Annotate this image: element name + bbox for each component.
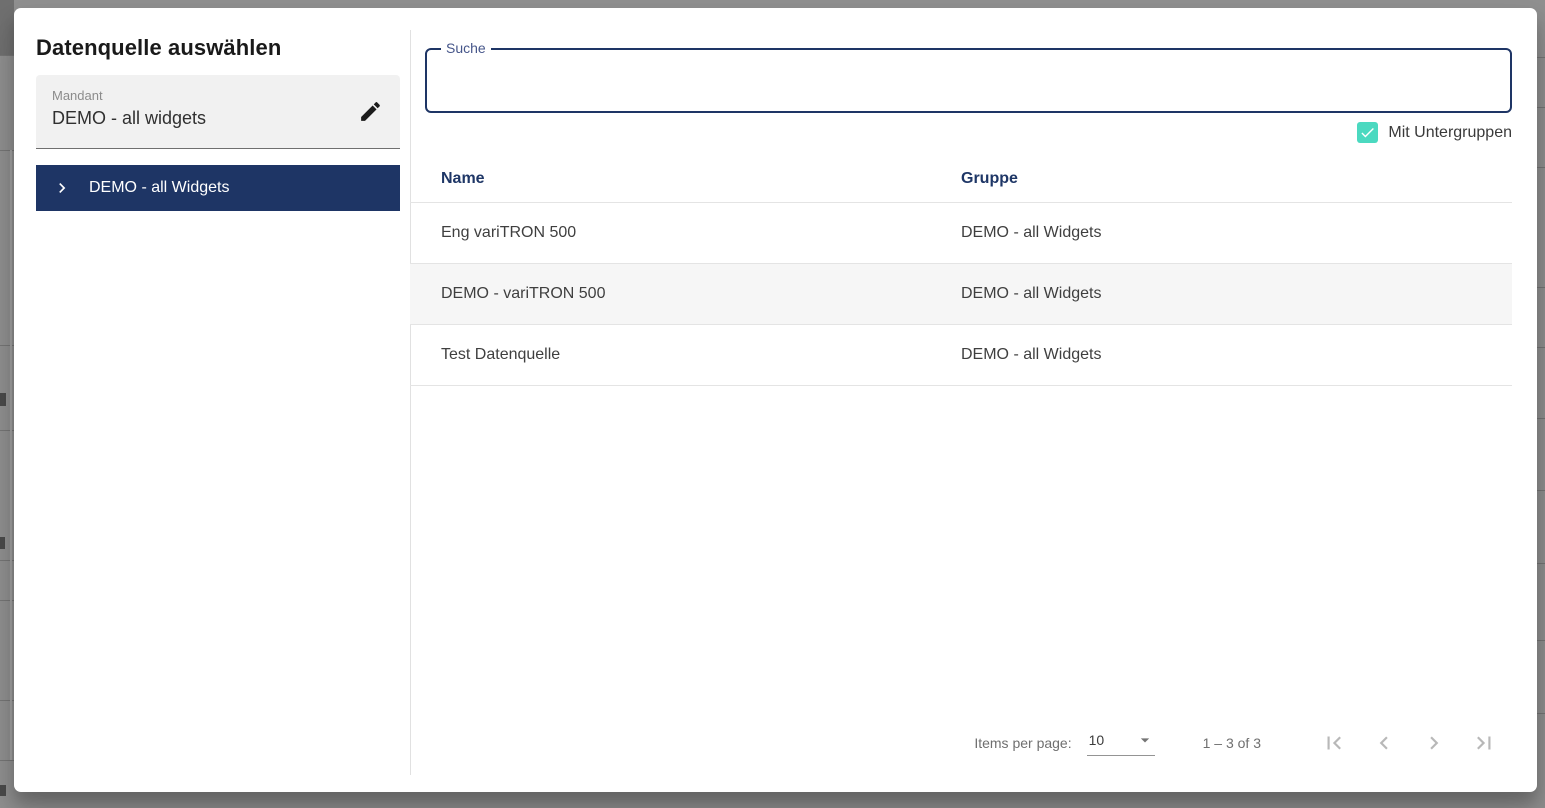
backdrop-toolbar-fragment — [0, 0, 14, 55]
next-page-button[interactable] — [1409, 723, 1459, 763]
backdrop-text-fragment — [0, 537, 5, 549]
datenquelle-dialog: Datenquelle auswählen Mandant DEMO - all… — [14, 8, 1537, 792]
items-per-page-select[interactable]: 10 — [1086, 730, 1155, 756]
backdrop-line — [1537, 640, 1545, 641]
last-page-button[interactable] — [1459, 723, 1509, 763]
backdrop-vline — [10, 150, 12, 760]
subgroups-checkbox-label: Mit Untergruppen — [1388, 123, 1512, 141]
search-field: Suche — [425, 40, 1512, 113]
column-header-gruppe: Gruppe — [961, 170, 1018, 187]
dialog-title: Datenquelle auswählen — [36, 35, 282, 60]
pencil-icon — [358, 99, 383, 124]
search-field-label: Suche — [441, 40, 491, 56]
backdrop-line — [1537, 713, 1545, 714]
table-row[interactable]: DEMO - variTRON 500 DEMO - all Widgets — [410, 264, 1512, 325]
backdrop-line — [1537, 490, 1545, 491]
cell-name: Eng variTRON 500 — [441, 224, 577, 241]
last-page-icon — [1471, 730, 1497, 756]
mandant-label: Mandant — [52, 88, 103, 103]
panel-divider — [410, 30, 411, 775]
mandant-value: DEMO - all widgets — [52, 108, 207, 128]
cell-gruppe: DEMO - all Widgets — [961, 224, 1102, 241]
backdrop-line — [0, 55, 14, 56]
backdrop-line — [1537, 563, 1545, 564]
table-row[interactable]: Test Datenquelle DEMO - all Widgets — [410, 325, 1512, 386]
items-per-page-label: Items per page: — [974, 735, 1072, 751]
cell-gruppe: DEMO - all Widgets — [961, 346, 1102, 363]
datasource-table: Name Gruppe Eng variTRON 500 DEMO - all … — [410, 156, 1512, 386]
subgroups-checkbox-row[interactable]: Mit Untergruppen — [1357, 122, 1512, 143]
tree-item-demo-all-widgets[interactable]: DEMO - all Widgets — [36, 165, 400, 211]
dropdown-arrow-icon — [1135, 730, 1155, 750]
backdrop-line — [1537, 57, 1545, 58]
table-row[interactable]: Eng variTRON 500 DEMO - all Widgets — [410, 203, 1512, 264]
items-per-page-value: 10 — [1088, 732, 1105, 748]
checkbox-checked-icon[interactable] — [1357, 122, 1379, 143]
mandant-field[interactable]: Mandant DEMO - all widgets — [36, 75, 400, 149]
chevron-left-icon — [1371, 730, 1397, 756]
previous-page-button[interactable] — [1359, 723, 1409, 763]
cell-name: Test Datenquelle — [441, 346, 561, 363]
backdrop-text-fragment — [0, 393, 6, 406]
backdrop-line — [1537, 418, 1545, 419]
table-header-row: Name Gruppe — [410, 156, 1512, 203]
backdrop-line — [1537, 287, 1545, 288]
first-page-button[interactable] — [1309, 723, 1359, 763]
chevron-right-icon[interactable] — [52, 178, 72, 198]
backdrop-line — [1537, 347, 1545, 348]
backdrop-line — [0, 760, 14, 761]
cell-name: DEMO - variTRON 500 — [441, 285, 606, 302]
edit-mandant-button[interactable] — [354, 96, 386, 128]
chevron-right-icon — [1421, 730, 1447, 756]
backdrop-text-fragment — [0, 785, 6, 796]
search-input[interactable] — [427, 50, 1510, 111]
first-page-icon — [1321, 730, 1347, 756]
paginator: Items per page: 10 1 – 3 of 3 — [974, 715, 1509, 771]
backdrop-line — [1537, 167, 1545, 168]
column-header-name: Name — [441, 170, 485, 187]
cell-gruppe: DEMO - all Widgets — [961, 285, 1102, 302]
backdrop-line — [1537, 107, 1545, 108]
tree-item-label: DEMO - all Widgets — [89, 179, 230, 196]
paginator-range-label: 1 – 3 of 3 — [1202, 735, 1261, 751]
